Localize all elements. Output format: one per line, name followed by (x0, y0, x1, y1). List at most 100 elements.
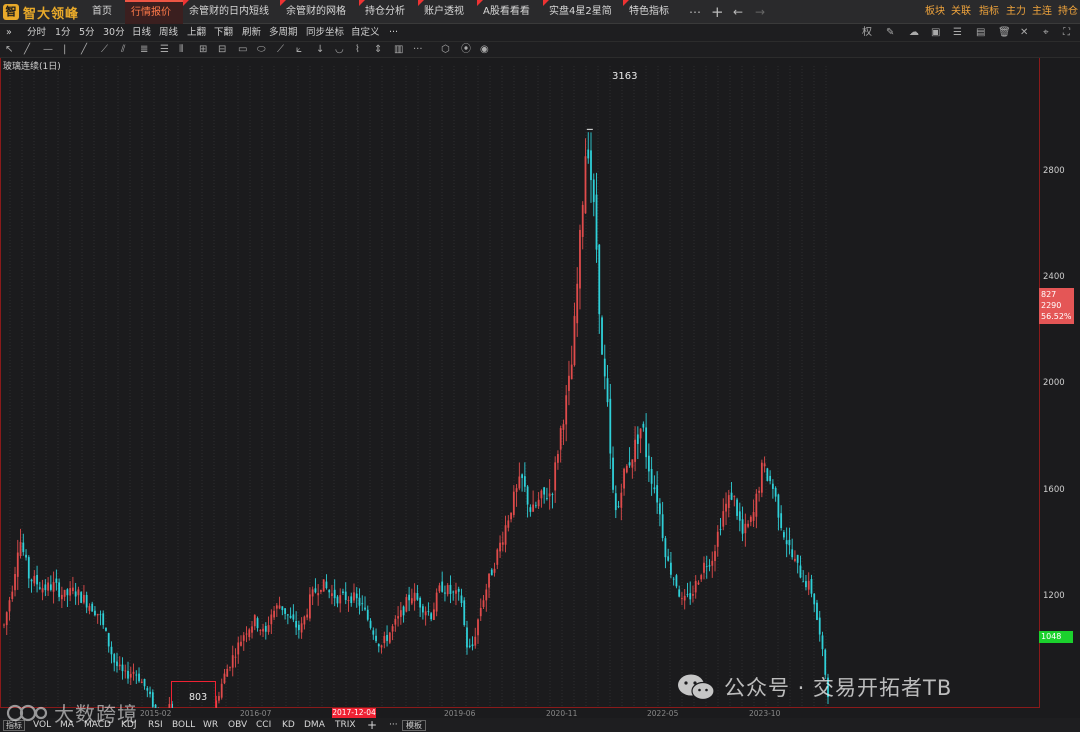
candlestick-chart[interactable] (0, 58, 1040, 708)
settings-icon[interactable]: ☰ (953, 24, 962, 42)
trend-line-icon[interactable]: ╱ (81, 42, 87, 58)
candle-body (361, 603, 364, 605)
more-indicators[interactable]: ··· (389, 718, 398, 732)
candle-body (413, 592, 416, 602)
date-tick: 2020-11 (546, 709, 578, 718)
candle-body (358, 597, 361, 606)
indicator-dma[interactable]: DMA (304, 718, 325, 732)
app-logo[interactable]: 智 智大领峰 (0, 0, 82, 24)
gann-icon[interactable]: ⊞ (199, 42, 207, 58)
window-icon[interactable]: ▣ (931, 24, 940, 42)
top-link-indicator[interactable]: 指标 (979, 0, 999, 24)
page-up-button[interactable]: 上翻 (187, 24, 206, 42)
sync-axis-button[interactable]: 同步坐标 (306, 24, 344, 42)
fibonacci-icon[interactable]: ☰ (160, 42, 169, 58)
grid-icon[interactable]: ⊟ (218, 42, 226, 58)
page-down-button[interactable]: 下翻 (214, 24, 233, 42)
custom-button[interactable]: 自定义 (351, 24, 380, 42)
ray-line-icon[interactable]: ⟋ (101, 42, 108, 58)
hexagon-icon[interactable]: ⬡ (441, 42, 450, 58)
pin-icon[interactable]: ⌖ (1043, 24, 1049, 42)
candle-body (518, 476, 521, 489)
candle-body (127, 670, 129, 679)
layout-icon[interactable]: ▤ (976, 24, 985, 42)
forward-icon[interactable]: → (755, 0, 765, 24)
period-5min[interactable]: 5分 (79, 24, 95, 42)
indicator-kd[interactable]: KD (282, 718, 295, 732)
tab-positions[interactable]: 持仓分析 (359, 0, 419, 24)
top-link-related[interactable]: 关联 (951, 0, 971, 24)
close-panel-icon[interactable]: ✕ (1020, 24, 1028, 42)
tab-grid[interactable]: 余管财的网格 (280, 0, 360, 24)
tab-quotes[interactable]: 行情报价× (125, 0, 183, 40)
pointer-icon[interactable]: ↖ (5, 42, 13, 58)
add-indicator-icon[interactable]: + (367, 718, 377, 732)
ellipse-icon[interactable]: ⬭ (257, 42, 266, 58)
channel-icon[interactable]: ≣ (140, 42, 148, 58)
logo-icon: 智 (3, 4, 19, 20)
delete-icon[interactable]: 🗑 (998, 24, 1011, 42)
candle-body (63, 589, 66, 597)
indicator-wr[interactable]: WR (203, 718, 218, 732)
bars-icon[interactable]: ▥ (394, 42, 403, 58)
rectangle-icon[interactable]: ▭ (238, 42, 247, 58)
price-range-icon[interactable]: ⇕ (374, 42, 382, 58)
candle-body (110, 646, 113, 655)
tab-live[interactable]: 实盘4星2星简 (543, 0, 623, 24)
period-weekly[interactable]: 周线 (159, 24, 178, 42)
fan-icon[interactable]: ⟀ (296, 42, 302, 58)
candle-body (372, 630, 375, 635)
vertical-line-icon[interactable]: | (63, 42, 66, 58)
arc-icon[interactable]: ◡ (335, 42, 344, 58)
speed-line-icon[interactable]: ⟋ (277, 42, 284, 58)
indicator-trix[interactable]: TRIX (335, 718, 356, 732)
edit-icon[interactable]: ✎ (886, 24, 894, 42)
period-daily[interactable]: 日线 (132, 24, 151, 42)
period-timeshare[interactable]: 分时 (27, 24, 46, 42)
tab-special[interactable]: 特色指标 (623, 0, 683, 24)
cycle-line-icon[interactable]: ⦀ (179, 42, 183, 58)
tab-home[interactable]: 首页 (86, 0, 126, 24)
top-link-sector[interactable]: 板块 (925, 0, 945, 24)
indicator-cci[interactable]: CCI (256, 718, 271, 732)
line-segment-icon[interactable]: ╱ (24, 42, 30, 58)
multi-period-button[interactable]: 多周期 (269, 24, 298, 42)
tab-ashare[interactable]: A股看看看 (477, 0, 543, 24)
toolbar-toggle[interactable]: » (6, 24, 12, 42)
top-link-holdings[interactable]: 持仓 (1058, 0, 1078, 24)
back-icon[interactable]: ← (733, 0, 743, 24)
top-link-main-force[interactable]: 主力 (1006, 0, 1026, 24)
more-periods[interactable]: ··· (389, 24, 398, 42)
cloud-icon[interactable]: ☁ (909, 24, 919, 42)
watermark-right-text: 公众号 · 交易开拓者TB (724, 676, 953, 700)
period-1min[interactable]: 1分 (55, 24, 71, 42)
candle-body (661, 514, 664, 539)
template-button[interactable]: 模板 (402, 720, 426, 731)
period-30min[interactable]: 30分 (103, 24, 125, 42)
indicator-rsi[interactable]: RSI (148, 718, 163, 732)
indicator-boll[interactable]: BOLL (172, 718, 195, 732)
candle-body (231, 655, 234, 668)
candle-body (725, 503, 727, 512)
fullscreen-icon[interactable]: ⛶ (1063, 24, 1070, 42)
add-tab-icon[interactable]: + (711, 0, 724, 24)
candle-body (788, 539, 791, 546)
wave-icon[interactable]: ⌇ (355, 42, 360, 58)
tab-intraday[interactable]: 余管财的日内短线 (183, 0, 280, 24)
candle-body (424, 611, 427, 616)
magnet-icon[interactable]: ⦿ (461, 42, 471, 58)
arrow-down-icon[interactable]: ↓ (316, 42, 324, 58)
more-tools-icon[interactable]: ··· (413, 42, 423, 58)
candle-body (614, 493, 617, 511)
candle-body (747, 523, 749, 527)
tab-account[interactable]: 账户透视 (418, 0, 478, 24)
parallel-line-icon[interactable]: ⫽ (121, 42, 125, 58)
top-link-main-contract[interactable]: 主连 (1032, 0, 1052, 24)
indicator-obv[interactable]: OBV (228, 718, 247, 732)
refresh-button[interactable]: 刷新 (242, 24, 261, 42)
more-tabs-icon[interactable]: ⋯ (689, 0, 701, 24)
eye-icon[interactable]: ◉ (480, 42, 489, 58)
candle-body (85, 594, 88, 608)
horizontal-line-icon[interactable]: — (43, 42, 53, 58)
weight-icon[interactable]: 权 (862, 24, 872, 42)
